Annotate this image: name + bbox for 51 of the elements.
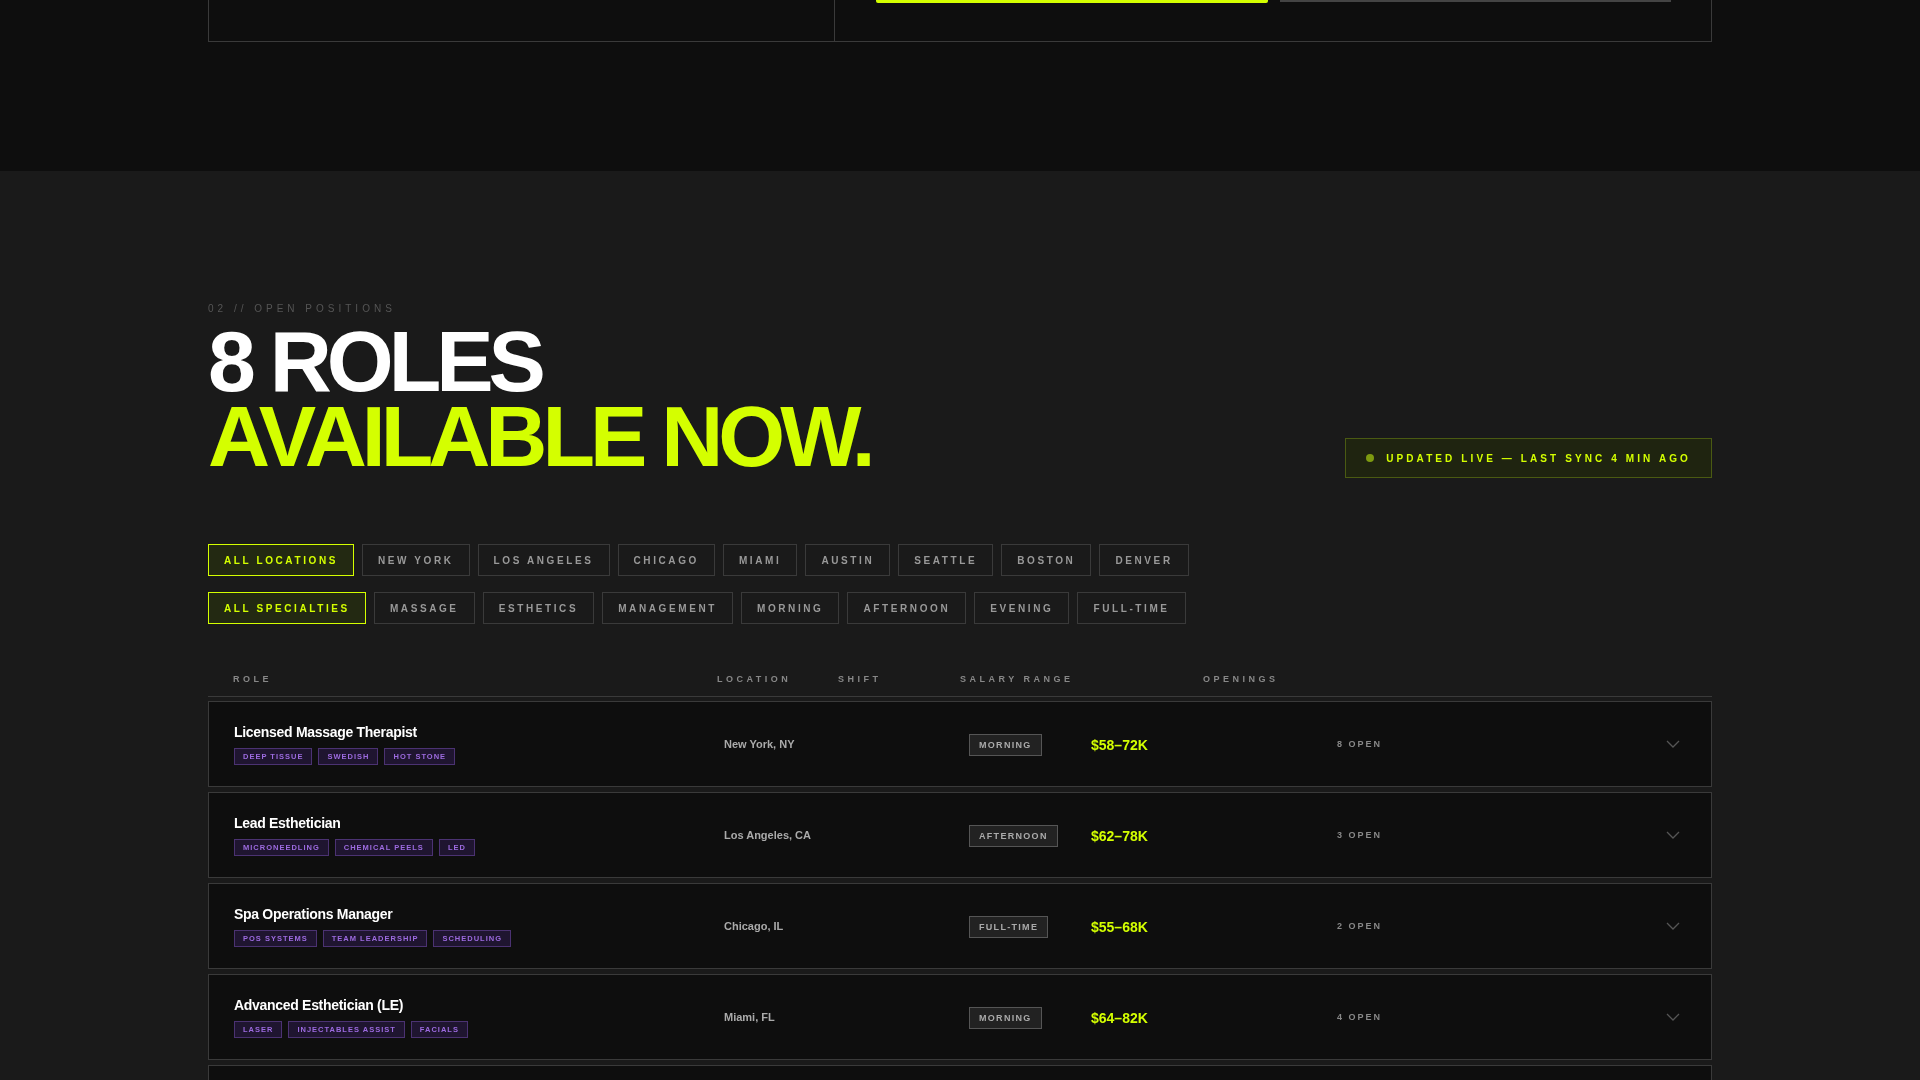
section-eyebrow: 02 // OPEN POSITIONS [208, 303, 396, 314]
shift-badge: FULL-TIME [969, 916, 1049, 938]
role-title: Lead Esthetician [234, 814, 342, 831]
chevron-down-icon[interactable] [1666, 922, 1680, 930]
filter-button[interactable]: MORNING [740, 592, 840, 624]
salary-text: $55–68K [1091, 919, 1149, 935]
location-text: Los Angeles, CA [724, 829, 812, 841]
filter-button[interactable]: ALL SPECIALTIES [208, 592, 366, 624]
location-text: Chicago, IL [724, 920, 785, 932]
location-text: New York, NY [724, 738, 796, 750]
filter-button[interactable]: SEATTLE [898, 544, 994, 576]
filter-button[interactable]: MIAMI [722, 544, 798, 576]
filter-button[interactable]: EVENING [974, 592, 1070, 624]
filter-button[interactable]: AFTERNOON [847, 592, 967, 624]
filter-button[interactable]: ESTHETICS [482, 592, 595, 624]
filter-button[interactable]: CHICAGO [617, 544, 715, 576]
role-title: Licensed Massage Therapist [234, 723, 418, 740]
chevron-down-icon[interactable] [1666, 1013, 1680, 1021]
openings-text: 4 OPEN [1337, 1012, 1383, 1022]
openings-text: 8 OPEN [1337, 739, 1383, 749]
role-title: Spa Operations Manager [234, 905, 394, 922]
filter-button[interactable]: FULL-TIME [1077, 592, 1186, 624]
column-header: ROLE [233, 674, 273, 684]
filter-button[interactable]: MASSAGE [373, 592, 475, 624]
heading-line: 8 ROLES [208, 324, 541, 399]
filter-button[interactable]: MANAGEMENT [602, 592, 733, 624]
filter-button[interactable]: NEW YORK [362, 544, 470, 576]
openings-text: 2 OPEN [1337, 921, 1383, 931]
column-header: OPENINGS [1203, 674, 1280, 684]
salary-text: $58–72K [1091, 737, 1149, 753]
column-header: SALARY RANGE [960, 674, 1075, 684]
salary-text: $64–82K [1091, 1010, 1149, 1026]
role-title: Advanced Esthetician (LE) [234, 996, 405, 1013]
filter-button[interactable]: DENVER [1099, 544, 1189, 576]
shift-badge: MORNING [969, 1007, 1042, 1029]
column-header: LOCATION [717, 674, 793, 684]
filter-button[interactable]: BOSTON [1001, 544, 1092, 576]
salary-text: $62–78K [1091, 828, 1149, 844]
chevron-down-icon[interactable] [1666, 831, 1680, 839]
shift-badge: AFTERNOON [969, 825, 1058, 847]
heading-line: AVAILABLE NOW. [208, 399, 871, 474]
column-header: SHIFT [838, 674, 883, 684]
shift-badge: MORNING [969, 734, 1042, 756]
location-text: Miami, FL [724, 1011, 776, 1023]
filter-button[interactable]: LOS ANGELES [477, 544, 610, 576]
openings-text: 3 OPEN [1337, 830, 1383, 840]
filter-button[interactable]: AUSTIN [805, 544, 891, 576]
chevron-down-icon[interactable] [1666, 740, 1680, 748]
status-dot-icon [1366, 454, 1375, 462]
live-status-badge: UPDATED LIVE — LAST SYNC 4 MIN AGO [1345, 438, 1712, 478]
filter-button[interactable]: ALL LOCATIONS [208, 544, 354, 576]
